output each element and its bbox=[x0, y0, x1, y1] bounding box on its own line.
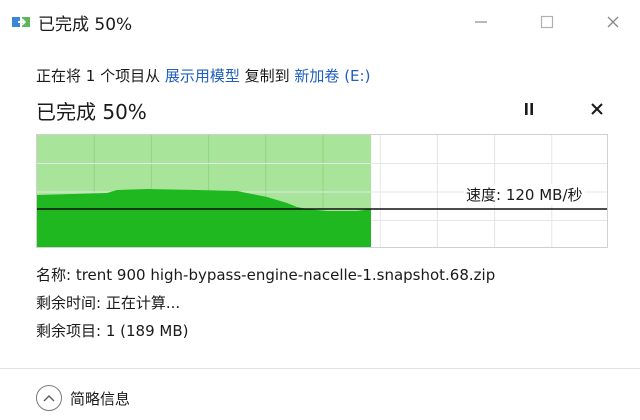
source-folder-link[interactable]: 展示用模型 bbox=[165, 67, 240, 85]
operation-middle: 复制到 bbox=[239, 67, 295, 85]
copy-transfer-icon bbox=[12, 17, 30, 27]
minimize-icon bbox=[475, 21, 487, 23]
operation-prefix: 正在将 1 个项目从 bbox=[36, 67, 165, 85]
fewer-details-label: 简略信息 bbox=[70, 389, 131, 408]
maximize-button[interactable] bbox=[524, 4, 570, 40]
pause-button[interactable] bbox=[518, 98, 540, 120]
file-name: 名称: trent 900 high-bypass-engine-nacelle… bbox=[36, 266, 496, 284]
window-title: 已完成 50% bbox=[38, 15, 133, 35]
chevron-up-icon bbox=[36, 385, 62, 411]
close-icon bbox=[591, 103, 603, 115]
time-remaining: 剩余时间: 正在计算... bbox=[36, 294, 181, 312]
footer-divider bbox=[0, 368, 640, 369]
pause-icon bbox=[525, 103, 533, 115]
progress-label: 已完成 50% bbox=[36, 100, 147, 124]
cancel-button[interactable] bbox=[586, 98, 608, 120]
maximize-icon bbox=[540, 15, 554, 29]
close-window-button[interactable] bbox=[590, 4, 636, 40]
minimize-button[interactable] bbox=[458, 4, 504, 40]
destination-drive-link[interactable]: 新加卷 (E:) bbox=[294, 67, 370, 85]
operation-description: 正在将 1 个项目从 展示用模型 复制到 新加卷 (E:) bbox=[36, 65, 370, 86]
items-remaining: 剩余项目: 1 (189 MB) bbox=[36, 322, 189, 340]
fewer-details-toggle[interactable]: 简略信息 bbox=[36, 383, 130, 413]
title-bar: 已完成 50% bbox=[0, 0, 640, 44]
speed-label: 速度: 120 MB/秒 bbox=[464, 184, 585, 205]
close-icon bbox=[607, 16, 619, 28]
